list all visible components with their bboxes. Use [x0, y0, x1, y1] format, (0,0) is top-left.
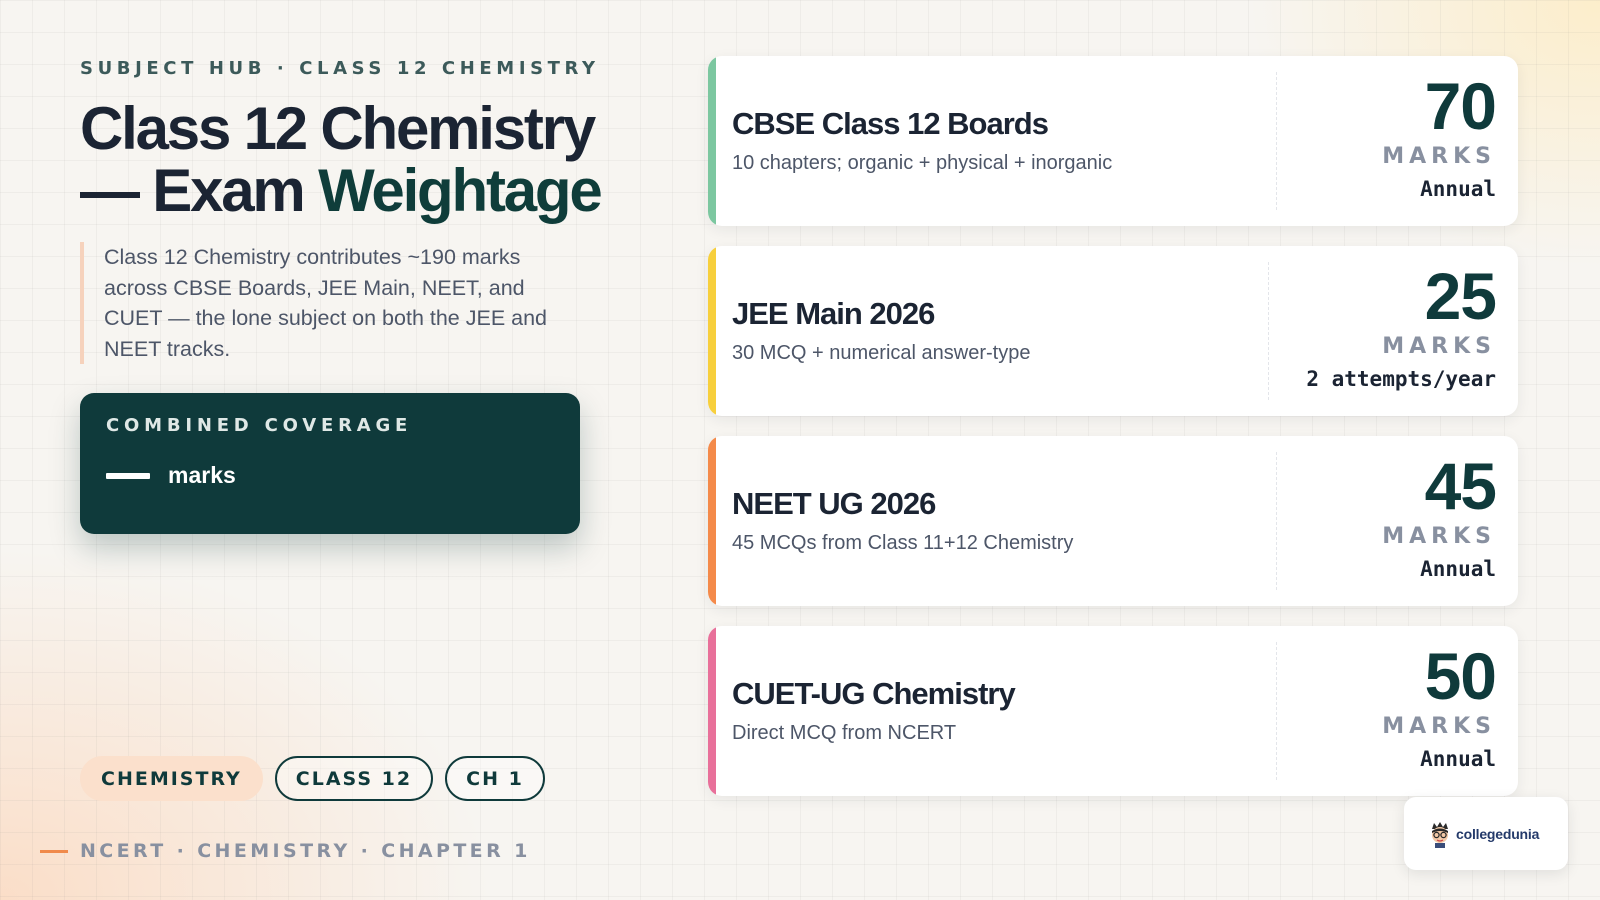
card-accent-bar [708, 246, 716, 416]
marks-unit: MARKS [1382, 714, 1496, 739]
tag-chips: CHEMISTRY CLASS 12 CH 1 [80, 756, 545, 801]
coverage-unit: marks [168, 462, 236, 488]
coverage-row: marks [106, 462, 554, 489]
exam-card-cbse: CBSE Class 12 Boards 10 chapters; organi… [708, 56, 1518, 226]
card-divider [1276, 72, 1277, 210]
eyebrow-label: SUBJECT HUB · CLASS 12 CHEMISTRY [80, 58, 600, 79]
intro-text: Class 12 Chemistry contributes ~190 mark… [80, 242, 550, 364]
exam-marks: 50 MARKS Annual [1382, 639, 1497, 771]
marks-value: 70 [1424, 69, 1497, 143]
marks-value: 45 [1424, 449, 1497, 523]
footer-text: NCERT · CHEMISTRY · CHAPTER 1 [80, 840, 531, 862]
chip-chemistry[interactable]: CHEMISTRY [80, 756, 263, 801]
card-divider [1268, 262, 1269, 400]
footer: NCERT · CHEMISTRY · CHAPTER 1 [40, 840, 531, 862]
page-title: Class 12 Chemistry — Exam Weightage [80, 98, 660, 222]
exam-frequency: 2 attempts/year [1306, 367, 1496, 391]
card-accent-bar [708, 56, 716, 226]
exam-frequency: Annual [1420, 557, 1496, 581]
exam-description: 10 chapters; organic + physical + inorga… [732, 152, 1113, 174]
chip-ch-1[interactable]: CH 1 [445, 756, 545, 801]
coverage-value-placeholder [106, 472, 150, 479]
exam-cards: CBSE Class 12 Boards 10 chapters; organi… [708, 56, 1518, 816]
card-accent-bar [708, 436, 716, 606]
marks-unit: MARKS [1382, 334, 1496, 359]
card-accent-bar [708, 626, 716, 796]
exam-name: JEE Main 2026 [732, 296, 935, 331]
marks-value: 25 [1424, 259, 1497, 333]
exam-name: CBSE Class 12 Boards [732, 106, 1049, 141]
footer-accent-line [40, 849, 68, 853]
logo-text: collegedunia [1456, 825, 1540, 842]
exam-marks: 70 MARKS Annual [1382, 69, 1497, 201]
exam-card-jee: JEE Main 2026 30 MCQ + numerical answer-… [708, 246, 1518, 416]
marks-unit: MARKS [1382, 524, 1496, 549]
card-divider [1276, 452, 1277, 590]
card-divider [1276, 642, 1277, 780]
coverage-label: COMBINED COVERAGE [106, 415, 413, 436]
exam-description: Direct MCQ from NCERT [732, 722, 957, 744]
title-accent: Weightage [318, 157, 603, 224]
exam-card-neet: NEET UG 2026 45 MCQs from Class 11+12 Ch… [708, 436, 1518, 606]
marks-value: 50 [1424, 639, 1497, 713]
exam-frequency: Annual [1420, 747, 1496, 771]
exam-card-cuet: CUET-UG Chemistry Direct MCQ from NCERT … [708, 626, 1518, 796]
marks-unit: MARKS [1382, 144, 1496, 169]
mascot-icon [1432, 821, 1448, 848]
exam-description: 30 MCQ + numerical answer-type [732, 342, 1031, 364]
exam-name: NEET UG 2026 [732, 486, 936, 521]
exam-frequency: Annual [1420, 177, 1496, 201]
exam-name: CUET-UG Chemistry [732, 676, 1016, 711]
chip-class-12[interactable]: CLASS 12 [274, 756, 434, 801]
collegedunia-logo[interactable]: collegedunia [1404, 797, 1568, 870]
exam-description: 45 MCQs from Class 11+12 Chemistry [732, 532, 1074, 554]
combined-coverage-panel: COMBINED COVERAGE marks [80, 393, 580, 534]
exam-marks: 25 MARKS 2 attempts/year [1306, 259, 1497, 391]
exam-marks: 45 MARKS Annual [1382, 449, 1497, 581]
